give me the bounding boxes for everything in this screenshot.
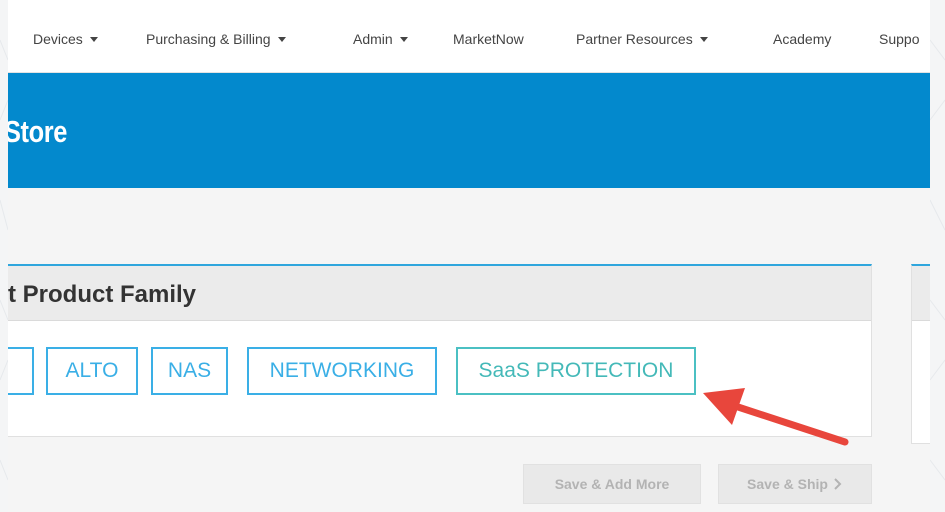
product-chip-partial[interactable]: [8, 347, 34, 395]
nav-item-label: Partner Resources: [576, 31, 693, 47]
nav-item-purchasing-billing[interactable]: Purchasing & Billing: [146, 31, 286, 47]
nav-item-label: Devices: [33, 31, 83, 47]
save-ship-button[interactable]: Save & Ship: [718, 464, 872, 504]
product-chip-networking[interactable]: NETWORKING: [247, 347, 437, 395]
save-add-more-button[interactable]: Save & Add More: [523, 464, 701, 504]
nav-item-academy[interactable]: Academy: [773, 31, 831, 47]
screenshot-frame: Devices Purchasing & Billing Admin Marke…: [0, 0, 945, 512]
button-label: Save & Ship: [747, 476, 828, 492]
nav-item-marketnow[interactable]: MarketNow: [453, 31, 524, 47]
nav-item-label: Purchasing & Billing: [146, 31, 271, 47]
caret-down-icon: [399, 36, 408, 42]
caret-down-icon: [699, 36, 708, 42]
nav-item-label: MarketNow: [453, 31, 524, 47]
side-panel: [911, 264, 930, 444]
panel-header: t Product Family: [8, 266, 871, 321]
nav-item-label: Suppo: [879, 31, 920, 47]
page-title: Store: [8, 114, 67, 149]
panel-title: t Product Family: [8, 281, 197, 308]
nav-item-admin[interactable]: Admin: [353, 31, 408, 47]
caret-down-icon: [277, 36, 286, 42]
button-label: Save & Add More: [554, 476, 670, 492]
side-panel-header: [912, 266, 930, 321]
nav-item-support[interactable]: Suppo: [879, 31, 919, 47]
nav-item-devices[interactable]: Devices: [33, 31, 98, 47]
product-chip-saas-protection[interactable]: SaaS PROTECTION: [456, 347, 696, 395]
page-banner: Store: [8, 73, 930, 188]
product-chip-nas[interactable]: NAS: [151, 347, 228, 395]
browser-viewport: Devices Purchasing & Billing Admin Marke…: [8, 0, 930, 512]
product-chip-alto[interactable]: ALTO: [46, 347, 138, 395]
nav-item-label: Academy: [773, 31, 832, 47]
nav-item-partner-resources[interactable]: Partner Resources: [576, 31, 708, 47]
caret-down-icon: [89, 36, 98, 42]
chevron-right-icon: [834, 478, 842, 490]
nav-item-label: Admin: [353, 31, 393, 47]
product-family-panel: t Product Family ALTO NAS NETWORKING Saa…: [8, 264, 872, 437]
top-navigation: Devices Purchasing & Billing Admin Marke…: [8, 0, 930, 73]
